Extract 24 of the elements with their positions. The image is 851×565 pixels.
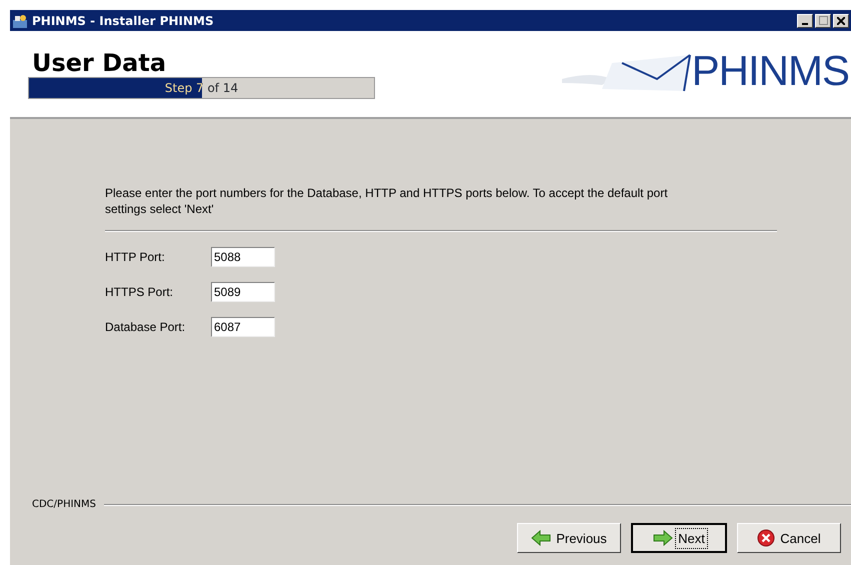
previous-button[interactable]: Previous	[517, 523, 621, 553]
field-label: Database Port:	[105, 320, 186, 334]
maximize-icon	[818, 16, 828, 25]
logo-text: PHINMS	[692, 47, 849, 95]
arrow-right-icon	[653, 530, 674, 546]
minimize-icon	[802, 22, 808, 24]
maximize-button[interactable]	[815, 14, 831, 28]
next-button[interactable]: Next	[631, 523, 727, 553]
arrow-left-icon	[531, 530, 552, 546]
page-title: User Data	[32, 49, 168, 77]
field-label: HTTP Port:	[105, 250, 166, 264]
port-field[interactable]: 5089	[211, 282, 275, 302]
port-field[interactable]: 5088	[211, 247, 275, 267]
window-title: PHINMS - Installer PHINMS	[32, 14, 214, 28]
app-icon	[12, 12, 28, 28]
cancel-button[interactable]: Cancel	[737, 523, 841, 553]
cancel-icon	[757, 529, 776, 547]
port-field[interactable]: 6087	[211, 317, 275, 337]
close-button[interactable]	[833, 14, 849, 28]
close-icon	[837, 16, 845, 24]
vendor-label: CDC/PHINMS	[32, 499, 96, 510]
minimize-button[interactable]	[797, 14, 813, 28]
field-label: HTTPS Port:	[105, 285, 174, 299]
instructions-text: Please enter the port numbers for the Database, HTTP and HTTPS ports below. To accept the default port settings select 'Next'	[105, 185, 669, 217]
